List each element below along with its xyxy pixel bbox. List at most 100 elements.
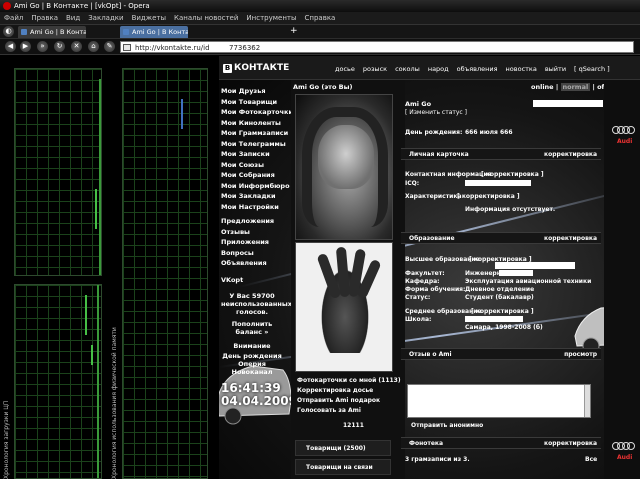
- page-icon: [123, 44, 131, 51]
- form-value: Дневное отделение: [465, 286, 535, 293]
- phonoteca-bar: Фонотека корректировка: [401, 437, 601, 449]
- education-edit[interactable]: корректировка: [544, 233, 597, 244]
- nav-falcons[interactable]: соколы: [395, 65, 420, 73]
- top-nav: досье розыск соколы народ объявления нов…: [335, 65, 610, 73]
- secondary-edu-edit[interactable]: [ корректировка ]: [471, 308, 534, 315]
- menu-settings[interactable]: Мои Настройки: [221, 202, 287, 213]
- address-bar[interactable]: http://vkontakte.ru/id 7736362: [120, 41, 634, 53]
- stop-icon[interactable]: ✕: [71, 41, 82, 52]
- menu-events[interactable]: Мои Собрания: [221, 170, 287, 181]
- menu-groups[interactable]: Мои Союзы: [221, 160, 287, 171]
- personal-card-bar: Личная карточка корректировка: [401, 148, 601, 160]
- attention-novokanal[interactable]: Новоканал: [221, 368, 283, 376]
- fast-forward-icon[interactable]: »: [37, 41, 48, 52]
- menu-vkopt[interactable]: VKopt: [221, 275, 287, 286]
- review-textarea[interactable]: [407, 384, 591, 418]
- top-up-link[interactable]: Пополнить баланс »: [221, 320, 283, 336]
- menu-feeds[interactable]: Каналы новостей: [174, 12, 238, 24]
- menu-questions[interactable]: Вопросы: [221, 248, 287, 259]
- personal-card-edit[interactable]: корректировка: [544, 149, 597, 160]
- menu-help[interactable]: Справка: [305, 12, 336, 24]
- menu-bookmarks[interactable]: Закладки: [88, 12, 123, 24]
- menu-audio[interactable]: Мои Граммзаписи: [221, 128, 288, 139]
- tracks-count: 3 грамзаписи из 3.: [405, 456, 470, 463]
- favicon-icon: [123, 29, 129, 35]
- normal-label[interactable]: normal: [560, 83, 591, 91]
- hand-photo[interactable]: [295, 242, 393, 372]
- address-url-suffix: 7736362: [229, 44, 261, 52]
- online-label[interactable]: online: [531, 83, 554, 91]
- menu-messages[interactable]: Мои Телеграммы: [221, 139, 287, 150]
- link-photos-with-me[interactable]: Фотокарточки со мной (1113): [297, 377, 401, 384]
- menu-file[interactable]: Файл: [4, 12, 23, 24]
- menu-tools[interactable]: Инструменты: [246, 12, 296, 24]
- audi-text: Audi: [617, 454, 633, 461]
- tracks-all-link[interactable]: Все: [585, 456, 597, 463]
- forward-icon[interactable]: ▶: [20, 41, 31, 52]
- audi-text: Audi: [617, 138, 633, 145]
- opera-icon: [3, 2, 11, 10]
- profile-name: Ami Go: [405, 100, 432, 108]
- home-icon[interactable]: ⌂: [88, 41, 99, 52]
- menu-bookmarks[interactable]: Мои Закладки: [221, 191, 287, 202]
- menu-friends[interactable]: Мои Друзья: [221, 86, 287, 97]
- wand-icon[interactable]: ✎: [104, 41, 115, 52]
- textarea-scrollbar[interactable]: [584, 385, 590, 417]
- votes-info: У Вас 59700 неиспользованных голосов.: [221, 292, 292, 316]
- vk-logo-text: КОНТАКТЕ: [234, 63, 290, 73]
- tab-menu-icon[interactable]: ◐: [3, 26, 14, 37]
- link-send-gift[interactable]: Отправить Ami подарок: [297, 397, 380, 404]
- phonoteca-edit[interactable]: корректировка: [544, 438, 597, 449]
- menu-view[interactable]: Вид: [66, 12, 80, 24]
- traits-edit[interactable]: [ корректировка ]: [457, 193, 520, 200]
- tab-2[interactable]: Ami Go | В Контакте |: [120, 26, 188, 38]
- menu-reviews[interactable]: Отзывы: [221, 227, 287, 238]
- menu-videos[interactable]: Мои Киноленты: [221, 118, 287, 129]
- friends-online-box[interactable]: Товарищи на связи: [295, 459, 391, 475]
- attention-opera[interactable]: Оперия: [221, 360, 283, 368]
- menu-classifieds[interactable]: Объявления: [221, 258, 287, 269]
- menu-apps[interactable]: Приложения: [221, 237, 287, 248]
- link-vote[interactable]: Голосовать за Ami: [297, 407, 361, 414]
- nav-search[interactable]: розыск: [363, 65, 387, 73]
- contact-info-label: Контактная информация: [405, 171, 492, 178]
- nav-dossier[interactable]: досье: [335, 65, 355, 73]
- nav-qsearch[interactable]: [ qSearch ]: [574, 65, 610, 73]
- birthday-label: День рождения:: [405, 129, 463, 136]
- link-edit-dossier[interactable]: Корректировка досье: [297, 387, 373, 394]
- no-info-text: Информация отсутствует.: [465, 206, 556, 213]
- clock-widget: 16:41:39 04.04.2009: [221, 382, 297, 408]
- nav-news[interactable]: новостка: [506, 65, 537, 73]
- memory-graph: [122, 68, 208, 479]
- menu-comrades[interactable]: Мои Товарищи: [221, 97, 287, 108]
- tab-1[interactable]: Ami Go | В Контакте |: [18, 26, 86, 38]
- menu-bar: Файл Правка Вид Закладки Виджеты Каналы …: [0, 12, 640, 25]
- send-anonymous-button[interactable]: Отправить анонимно: [411, 422, 483, 429]
- site-header: В КОНТАКТЕ досье розыск соколы народ объя…: [219, 56, 640, 80]
- vk-logo[interactable]: В КОНТАКТЕ: [223, 63, 289, 73]
- menu-photos[interactable]: Мои Фотокарточки: [221, 107, 293, 118]
- faculty-label: Факультет:: [405, 270, 445, 277]
- nav-people[interactable]: народ: [428, 65, 449, 73]
- contact-info-edit[interactable]: [ корректировка ]: [481, 171, 544, 178]
- nav-logout[interactable]: выйти: [545, 65, 566, 73]
- personal-card-title: Личная карточка: [409, 151, 469, 158]
- menu-widgets[interactable]: Виджеты: [132, 12, 166, 24]
- new-tab-button[interactable]: +: [290, 25, 298, 38]
- menu-notes[interactable]: Мои Записки: [221, 149, 287, 160]
- friends-box[interactable]: Товарищи (2500): [295, 440, 391, 456]
- menu-informburo[interactable]: Мои Информбюро: [221, 181, 290, 192]
- reviews-bar: Отзыв о Ami просмотр: [401, 348, 601, 360]
- reload-icon[interactable]: ↻: [54, 41, 65, 52]
- reviews-view[interactable]: просмотр: [564, 349, 597, 360]
- redacted-block: [533, 100, 603, 107]
- back-icon[interactable]: ◀: [5, 41, 16, 52]
- menu-edit[interactable]: Правка: [31, 12, 58, 24]
- menu-offers[interactable]: Предложения: [221, 216, 287, 227]
- profile-photo[interactable]: [295, 94, 393, 240]
- address-url: http://vkontakte.ru/id: [135, 44, 210, 52]
- attention-birthday[interactable]: День рождения: [221, 352, 283, 360]
- status-label: Статус:: [405, 294, 431, 301]
- nav-ads[interactable]: объявления: [457, 65, 498, 73]
- change-status-link[interactable]: [ Изменить статус ]: [405, 109, 467, 116]
